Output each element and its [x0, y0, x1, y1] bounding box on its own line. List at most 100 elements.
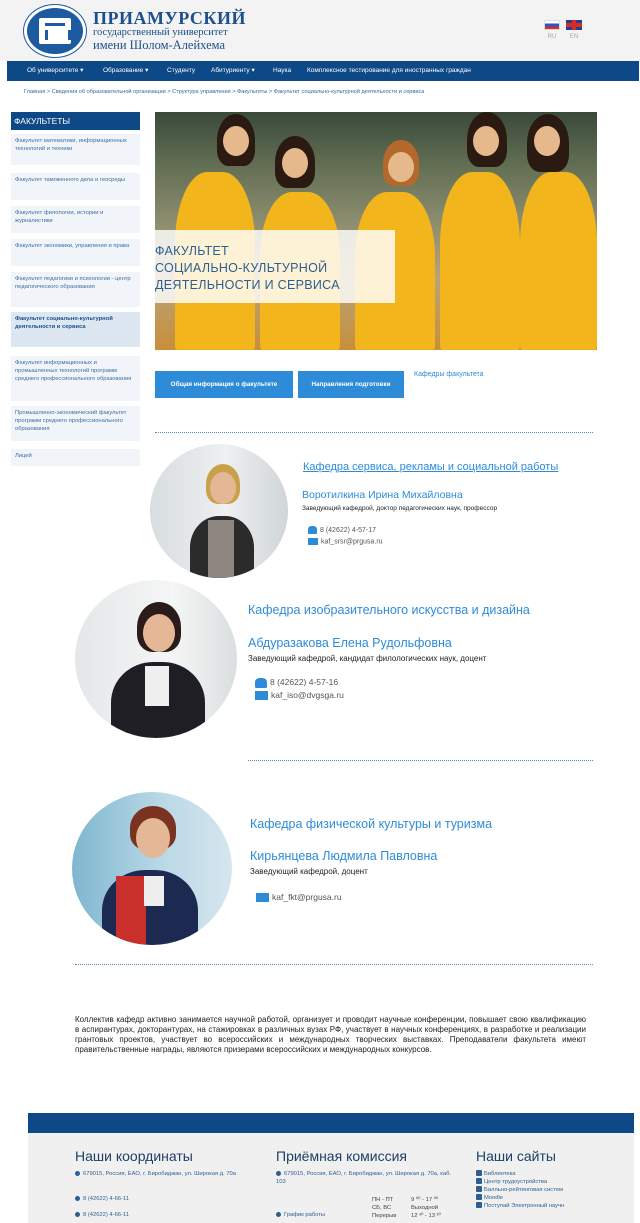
sidebar-item-economics[interactable]: Факультет экономики, управления и права	[11, 239, 140, 267]
footer-sites-list: Библиотека Центр трудоустройства Балльно…	[476, 1170, 601, 1210]
sidebar-item-customs[interactable]: Факультет таможенного дела и геосреды	[11, 173, 140, 201]
main-nav: Об университете ▾ Образование ▾ Студенту…	[7, 61, 639, 81]
department-phone: 8 (42622) 4-57-17	[308, 526, 376, 534]
department-title[interactable]: Кафедра сервиса, рекламы и социальной ра…	[303, 461, 558, 473]
tab-departments[interactable]: Кафедры факультета	[414, 371, 484, 378]
department-email[interactable]: kaf_iso@dvgsga.ru	[255, 690, 344, 701]
phone-icon	[255, 677, 267, 688]
schedule-days: ПН - ПТ СБ, ВС Перерыв	[372, 1196, 396, 1220]
footer-coordinates-address: 679015, Россия, ЕАО, г. Биробиджан, ул. …	[75, 1170, 260, 1178]
footer-site-link[interactable]: Центр трудоустройства	[476, 1178, 601, 1186]
location-icon	[276, 1170, 281, 1176]
clock-icon	[276, 1211, 281, 1217]
department-head-photo	[150, 444, 288, 578]
phone-icon	[75, 1195, 80, 1201]
footer-site-label[interactable]: Поступай Электронный научн	[484, 1203, 564, 1209]
footer-site-link[interactable]: Библиотека	[476, 1170, 601, 1178]
department-phone-number: 8 (42622) 4-57-16	[270, 677, 339, 687]
department-head-photo	[72, 792, 232, 945]
mail-icon	[255, 691, 268, 701]
tab-training-areas[interactable]: Направления подготовки	[298, 371, 404, 398]
hero-photo-figure	[520, 172, 597, 350]
faculty-description: Коллектив кафедр активно занимается науч…	[75, 1015, 586, 1054]
university-name[interactable]: ПРИАМУРСКИЙ государственный университет …	[93, 9, 246, 52]
footer-admission-title: Приёмная комиссия	[276, 1148, 407, 1164]
sidebar-item-lyceum[interactable]: Лицей	[11, 449, 140, 467]
tab-general-info[interactable]: Общая информация о факультете	[155, 371, 293, 398]
department-head-name: Воротилкина Ирина Михайловна	[302, 489, 463, 501]
nav-item-education[interactable]: Образование ▾	[103, 61, 148, 81]
hero-photo-figure	[534, 126, 560, 156]
site-header: ПРИАМУРСКИЙ государственный университет …	[0, 0, 640, 61]
footer-coordinates-title: Наши координаты	[75, 1148, 193, 1164]
sidebar-item-industrial-spo[interactable]: Промышленно-экономический факультет прог…	[11, 406, 140, 442]
footer-schedule[interactable]: График работы	[276, 1211, 325, 1219]
mail-icon	[308, 538, 318, 545]
section-divider	[248, 760, 593, 761]
language-en[interactable]: EN	[566, 20, 582, 40]
footer-site-label[interactable]: Центр трудоустройства	[484, 1179, 547, 1185]
section-divider	[75, 964, 593, 965]
sidebar-item-social-cultural[interactable]: Факультет социально-культурной деятельно…	[11, 312, 140, 348]
footer-site-link[interactable]: Поступай Электронный научн	[476, 1202, 601, 1210]
department-head-name: Кирьянцева Людмила Павловна	[250, 849, 438, 863]
footer-phone-number: 8 (42622) 4-66-11	[83, 1196, 129, 1202]
department-email-address[interactable]: kaf_fkt@prgusa.ru	[272, 892, 342, 902]
footer-schedule-label: График работы	[284, 1212, 326, 1218]
department-email-address[interactable]: kaf_srsr@prgusa.ru	[321, 538, 383, 545]
footer-admission-address-text: 679015, Россия, ЕАО, г. Биробиджан, ул. …	[276, 1171, 452, 1185]
footer-site-link[interactable]: Балльно-рейтинговая систем	[476, 1186, 601, 1194]
schedule-days-break: Перерыв	[372, 1213, 397, 1219]
mail-icon	[256, 893, 269, 903]
breadcrumb[interactable]: Главная > Сведения об образовательной ор…	[24, 89, 424, 95]
department-phone-number: 8 (42622) 4-57-17	[320, 526, 377, 534]
nav-item-about[interactable]: Об университете ▾	[27, 61, 83, 81]
department-head-position: Заведующий кафедрой, кандидат филологиче…	[248, 654, 487, 663]
nav-item-testing[interactable]: Комплексное тестирование для иностранных…	[307, 61, 471, 81]
hero-photo-figure	[223, 126, 249, 156]
footer-coordinates-address-text: 679015, Россия, ЕАО, г. Биробиджан, ул. …	[83, 1171, 236, 1177]
language-ru-label: RU	[547, 34, 557, 40]
department-title[interactable]: Кафедра физической культуры и туризма	[250, 817, 492, 831]
language-en-label: EN	[569, 34, 579, 40]
department-email[interactable]: kaf_fkt@prgusa.ru	[256, 892, 342, 903]
nav-item-student[interactable]: Студенту	[167, 61, 195, 81]
department-title[interactable]: Кафедра изобразительного искусства и диз…	[248, 603, 530, 617]
department-head-photo	[75, 580, 237, 738]
sidebar-title: ФАКУЛЬТЕТЫ	[11, 112, 140, 130]
footer-site-label[interactable]: Moodle	[484, 1195, 503, 1201]
footer-site-label[interactable]: Библиотека	[484, 1171, 516, 1177]
schedule-time-weekend: Выходной	[411, 1205, 439, 1211]
sidebar-item-pedagogy[interactable]: Факультет педагогики и психологии - цент…	[11, 272, 140, 308]
department-email-address[interactable]: kaf_iso@dvgsga.ru	[271, 690, 344, 700]
uk-flag-icon	[566, 20, 582, 30]
footer-site-label[interactable]: Балльно-рейтинговая систем	[484, 1187, 563, 1193]
external-link-icon	[476, 1170, 482, 1177]
nav-item-applicant[interactable]: Абитуриенту ▾	[211, 61, 255, 81]
phone-icon	[75, 1211, 80, 1217]
footer-phone: 8 (42622) 4-66-11	[75, 1211, 129, 1219]
schedule-time-weekday: 9 ⁰⁰ - 17 ⁰⁰	[411, 1197, 439, 1203]
hero-banner: ФАКУЛЬТЕТ СОЦИАЛЬНО-КУЛЬТУРНОЙ ДЕЯТЕЛЬНО…	[155, 112, 597, 350]
department-email[interactable]: kaf_srsr@prgusa.ru	[308, 538, 383, 545]
hero-title-line3: ДЕЯТЕЛЬНОСТИ И СЕРВИСА	[155, 278, 340, 292]
nav-item-science[interactable]: Наука	[273, 61, 291, 81]
sidebar-item-philology[interactable]: Факультет филологии, истории и журналист…	[11, 206, 140, 234]
sidebar-item-it-spo[interactable]: Факультет информационных и промышленных …	[11, 356, 140, 402]
russian-flag-icon	[544, 20, 560, 30]
university-crest-icon[interactable]	[24, 5, 86, 57]
external-link-icon	[476, 1178, 482, 1185]
hero-title: ФАКУЛЬТЕТ СОЦИАЛЬНО-КУЛЬТУРНОЙ ДЕЯТЕЛЬНО…	[155, 243, 340, 294]
schedule-time-break: 12 ³⁰ - 13 ³⁰	[411, 1213, 441, 1219]
university-name-line3: имени Шолом-Алейхема	[93, 38, 226, 52]
hero-title-line1: ФАКУЛЬТЕТ	[155, 244, 229, 258]
external-link-icon	[476, 1186, 482, 1193]
department-head-position: Заведующий кафедрой, доктор педагогическ…	[302, 505, 498, 512]
schedule-times: 9 ⁰⁰ - 17 ⁰⁰ Выходной 12 ³⁰ - 13 ³⁰	[411, 1196, 441, 1220]
hero-photo-figure	[440, 172, 520, 350]
footer-site-link[interactable]: Moodle	[476, 1194, 601, 1202]
language-ru[interactable]: RU	[544, 20, 560, 40]
hero-photo-figure	[388, 152, 414, 182]
footer-admission-address: 679015, Россия, ЕАО, г. Биробиджан, ул. …	[276, 1170, 460, 1186]
sidebar-item-math[interactable]: Факультет математики, информационных тех…	[11, 134, 140, 166]
